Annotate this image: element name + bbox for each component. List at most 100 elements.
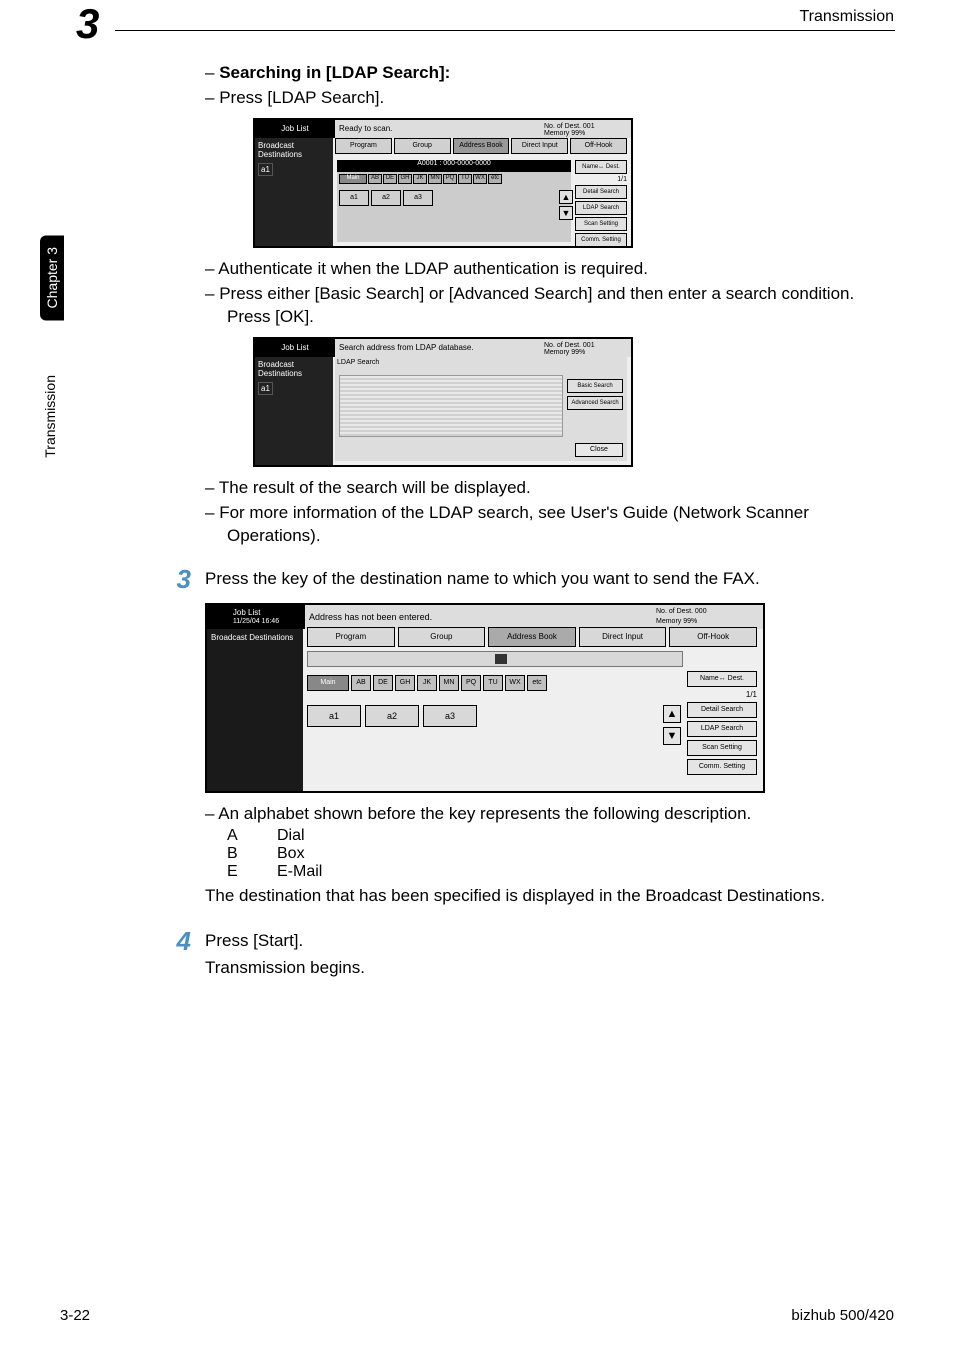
bullet-moreinfo-text: For more information of the LDAP search,… bbox=[219, 503, 809, 545]
ss1-tab-program[interactable]: Program bbox=[335, 138, 392, 154]
ss1-chip-pq[interactable]: PQ bbox=[443, 174, 457, 184]
ss1-chip-jk[interactable]: JK bbox=[413, 174, 427, 184]
screenshot-ldap-main: Job List Ready to scan. No. of Dest. 001… bbox=[253, 118, 633, 248]
bullet-ldap-heading: Searching in [LDAP Search]: bbox=[205, 62, 885, 85]
ss3-chip-jk[interactable]: JK bbox=[417, 675, 437, 691]
ss1-mem-top: No. of Dest. 001 bbox=[544, 123, 595, 130]
ss1-chiprow: Main AB DE GH JK MN PQ TU WX etc bbox=[339, 174, 502, 184]
step-3: 3 Press the key of the destination name … bbox=[163, 564, 885, 595]
ss2-rightcol: Basic Search Advanced Search bbox=[567, 379, 623, 410]
ss1-arrows: ▲ ▼ bbox=[559, 190, 573, 220]
ss1-tabs: Program Group Address Book Direct Input … bbox=[335, 138, 627, 154]
ss1-main: A0001 : 000-0000-0000 Main AB DE GH JK M… bbox=[337, 160, 571, 242]
ss3-tab-group[interactable]: Group bbox=[398, 627, 486, 647]
ss1-arrow-down-icon[interactable]: ▼ bbox=[559, 206, 573, 220]
ss1-rbtn-comm[interactable]: Comm. Setting bbox=[575, 233, 627, 247]
ss3-tab-directinput[interactable]: Direct Input bbox=[579, 627, 667, 647]
ss1-btn-a3[interactable]: a3 bbox=[403, 190, 433, 206]
ss1-chip-tu[interactable]: TU bbox=[458, 174, 472, 184]
ss2-memory: No. of Dest. 001 Memory 99% bbox=[541, 339, 631, 357]
ss1-top: Job List Ready to scan. No. of Dest. 001… bbox=[255, 120, 631, 138]
ss3-rbtn-detail[interactable]: Detail Search bbox=[687, 702, 757, 718]
ss1-rbtn-name[interactable]: Name↔ Dest. bbox=[575, 160, 627, 174]
ss1-side-title: Broadcast Destinations bbox=[258, 141, 330, 159]
ss1-rbtn-ldap[interactable]: LDAP Search bbox=[575, 201, 627, 215]
ss3-chip-tu[interactable]: TU bbox=[483, 675, 503, 691]
ss3-chip-wx[interactable]: WX bbox=[505, 675, 525, 691]
ss3-chip-ab[interactable]: AB bbox=[351, 675, 371, 691]
ss1-tab-addressbook[interactable]: Address Book bbox=[453, 138, 510, 154]
footer-model: bizhub 500/420 bbox=[791, 1307, 894, 1324]
ss2-joblist-label: Job List bbox=[281, 343, 309, 352]
ss3-chip-pq[interactable]: PQ bbox=[461, 675, 481, 691]
ss3-rbtn-scan[interactable]: Scan Setting bbox=[687, 740, 757, 756]
ss3-arrow-up-icon[interactable]: ▲ bbox=[663, 705, 681, 723]
ss2-rbtn-basic[interactable]: Basic Search bbox=[567, 379, 623, 393]
ss3-chip-gh[interactable]: GH bbox=[395, 675, 415, 691]
ss3-memory: No. of Dest. 000 Memory 99% bbox=[653, 605, 763, 629]
running-head: Transmission bbox=[799, 8, 894, 26]
bullet-alphabet: An alphabet shown before the key represe… bbox=[205, 803, 885, 826]
ss2-rbtn-adv[interactable]: Advanced Search bbox=[567, 396, 623, 410]
ss3-rbtn-comm[interactable]: Comm. Setting bbox=[687, 759, 757, 775]
ss1-chip-ab[interactable]: AB bbox=[368, 174, 382, 184]
bullet-result: The result of the search will be display… bbox=[205, 477, 885, 500]
bullet-moreinfo: For more information of the LDAP search,… bbox=[205, 502, 885, 548]
ss2-side: Broadcast Destinations a1 bbox=[255, 357, 333, 465]
ss1-arrow-up-icon[interactable]: ▲ bbox=[559, 190, 573, 204]
ss1-frac: 1/1 bbox=[575, 176, 627, 183]
ss2-result-area bbox=[339, 375, 563, 437]
ss1-side: Broadcast Destinations a1 bbox=[255, 138, 333, 246]
ss1-rbtn-detail[interactable]: Detail Search bbox=[575, 185, 627, 199]
kv-b: BBox bbox=[205, 845, 885, 863]
ss3-rbtn-ldap[interactable]: LDAP Search bbox=[687, 721, 757, 737]
ss1-memory: No. of Dest. 001 Memory 99% bbox=[541, 120, 631, 138]
ss1-joblist: Job List bbox=[255, 120, 335, 138]
ss3-tab-addressbook[interactable]: Address Book bbox=[488, 627, 576, 647]
ss3-btn-a1[interactable]: a1 bbox=[307, 705, 361, 727]
ss3-chip-main[interactable]: Main bbox=[307, 675, 349, 691]
step-3-number: 3 bbox=[163, 564, 191, 595]
bullet-auth-text: Authenticate it when the LDAP authentica… bbox=[218, 259, 648, 278]
kv-b-key: B bbox=[227, 845, 249, 863]
ss1-side-item: a1 bbox=[258, 163, 273, 176]
ss3-btn-a3[interactable]: a3 bbox=[423, 705, 477, 727]
bullet-press-ldap: Press [LDAP Search]. bbox=[205, 87, 885, 110]
footer-page: 3-22 bbox=[60, 1307, 90, 1324]
ss3-tab-offhook[interactable]: Off-Hook bbox=[669, 627, 757, 647]
ss3-mem-bot: Memory 99% bbox=[656, 617, 697, 627]
ss1-ready: Ready to scan. bbox=[335, 120, 541, 138]
bullet-ldap-heading-text: Searching in [LDAP Search]: bbox=[219, 63, 450, 82]
ss1-mem-bot: Memory 99% bbox=[544, 130, 585, 137]
ss1-chip-mn[interactable]: MN bbox=[428, 174, 442, 184]
ss3-datetime: 11/25/04 16:46 bbox=[233, 617, 279, 626]
ss2-top: Job List Search address from LDAP databa… bbox=[255, 339, 631, 357]
ss2-close-button[interactable]: Close bbox=[575, 443, 623, 457]
ss1-chip-gh[interactable]: GH bbox=[398, 174, 412, 184]
ss1-chip-wx[interactable]: WX bbox=[473, 174, 487, 184]
ss1-btn-a2[interactable]: a2 bbox=[371, 190, 401, 206]
ss1-chip-etc[interactable]: etc bbox=[488, 174, 502, 184]
ss3-top: Job List 11/25/04 16:46 Address has not … bbox=[207, 605, 763, 629]
ss3-btn-a2[interactable]: a2 bbox=[365, 705, 419, 727]
ss3-chip-mn[interactable]: MN bbox=[439, 675, 459, 691]
ss1-rbtn-scan[interactable]: Scan Setting bbox=[575, 217, 627, 231]
ss1-tab-group[interactable]: Group bbox=[394, 138, 451, 154]
step-4-sub: Transmission begins. bbox=[205, 957, 885, 980]
ss1-chip-main[interactable]: Main bbox=[339, 174, 367, 184]
ss1-chip-de[interactable]: DE bbox=[383, 174, 397, 184]
kv-a-val: Dial bbox=[277, 827, 305, 845]
ss3-chip-etc[interactable]: etc bbox=[527, 675, 547, 691]
ss1-btn-a1[interactable]: a1 bbox=[339, 190, 369, 206]
ss1-tab-offhook[interactable]: Off-Hook bbox=[570, 138, 627, 154]
step-4-text: Press [Start]. bbox=[205, 930, 885, 953]
ss3-band bbox=[307, 651, 683, 667]
ss1-tab-directinput[interactable]: Direct Input bbox=[511, 138, 568, 154]
ss3-tab-program[interactable]: Program bbox=[307, 627, 395, 647]
ss3-arrow-down-icon[interactable]: ▼ bbox=[663, 727, 681, 745]
side-tab-chapter: Chapter 3 bbox=[40, 235, 64, 320]
ss3-btnrow: a1 a2 a3 bbox=[307, 705, 477, 727]
ss3-rbtn-name[interactable]: Name↔ Dest. bbox=[687, 671, 757, 687]
ss3-chip-de[interactable]: DE bbox=[373, 675, 393, 691]
ss3-ready: Address has not been entered. bbox=[305, 605, 653, 629]
